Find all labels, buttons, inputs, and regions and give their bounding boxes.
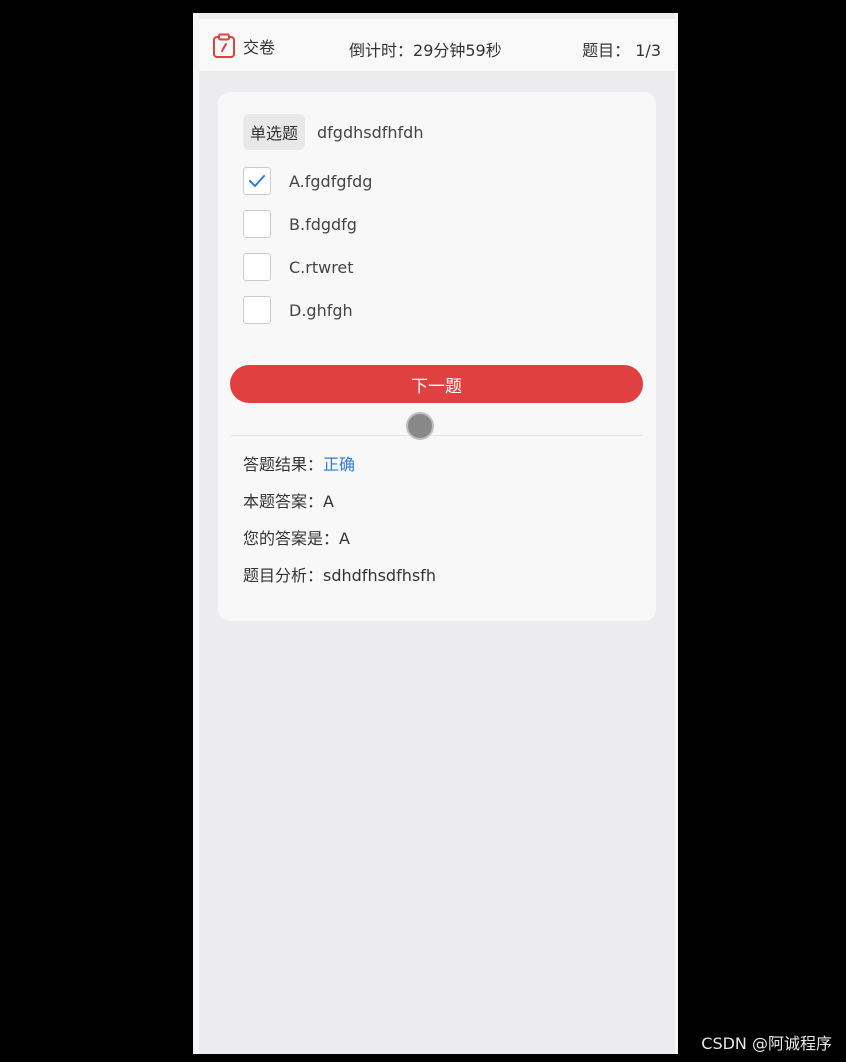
option-d-checkbox[interactable] bbox=[243, 296, 271, 324]
submit-exam-button[interactable]: 交卷 bbox=[211, 33, 275, 59]
option-b-checkbox[interactable] bbox=[243, 210, 271, 238]
countdown-timer: 倒计时：29分钟59秒 bbox=[349, 37, 502, 61]
checkmark-icon bbox=[249, 175, 265, 187]
correct-answer-label: 本题答案： bbox=[243, 492, 324, 511]
question-counter-value: 1/3 bbox=[635, 41, 661, 60]
drag-handle[interactable] bbox=[406, 412, 434, 440]
exam-header: 交卷 倒计时：29分钟59秒 题目： 1/3 bbox=[199, 19, 675, 71]
question-stem: dfgdhsdfhfdh bbox=[317, 122, 424, 142]
question-analysis-label: 题目分析： bbox=[243, 566, 324, 585]
phone-screen: 交卷 倒计时：29分钟59秒 题目： 1/3 单选题 dfgdhsdfhfdh … bbox=[193, 13, 678, 1054]
option-c[interactable]: C.rtwret bbox=[243, 253, 354, 281]
question-type-tag: 单选题 bbox=[243, 114, 306, 150]
question-counter-label: 题目： bbox=[582, 41, 631, 60]
option-b-label: B.fdgdfg bbox=[289, 214, 357, 234]
clipboard-icon bbox=[211, 33, 237, 59]
answer-result-label: 答题结果： bbox=[243, 455, 324, 474]
option-b[interactable]: B.fdgdfg bbox=[243, 210, 357, 238]
option-a-label: A.fgdfgfdg bbox=[289, 171, 373, 191]
question-analysis-value: sdhdfhsdfhsfh bbox=[323, 566, 436, 585]
your-answer-label: 您的答案是： bbox=[243, 529, 340, 548]
option-c-checkbox[interactable] bbox=[243, 253, 271, 281]
countdown-value: 29分钟59秒 bbox=[413, 41, 502, 60]
countdown-label: 倒计时： bbox=[349, 41, 414, 60]
next-question-button[interactable]: 下一题 bbox=[230, 365, 643, 403]
question-header: 单选题 dfgdhsdfhfdh bbox=[243, 114, 423, 150]
correct-answer-value: A bbox=[323, 492, 334, 511]
answer-result-value: 正确 bbox=[323, 455, 356, 474]
option-a-checkbox[interactable] bbox=[243, 167, 271, 195]
divider bbox=[231, 435, 643, 436]
option-a[interactable]: A.fgdfgfdg bbox=[243, 167, 372, 195]
watermark: CSDN @阿诚程序 bbox=[701, 1034, 832, 1053]
submit-exam-label: 交卷 bbox=[243, 38, 276, 57]
question-counter: 题目： 1/3 bbox=[582, 37, 661, 61]
your-answer-value: A bbox=[339, 529, 350, 548]
question-analysis: 题目分析：sdhdfhsdfhsfh bbox=[243, 562, 436, 586]
option-d-label: D.ghfgh bbox=[289, 300, 353, 320]
option-c-label: C.rtwret bbox=[289, 257, 354, 277]
correct-answer: 本题答案：A bbox=[243, 488, 334, 512]
answer-result: 答题结果：正确 bbox=[243, 451, 355, 475]
option-d[interactable]: D.ghfgh bbox=[243, 296, 353, 324]
question-card: 单选题 dfgdhsdfhfdh A.fgdfgfdg B.fdgdfg C.r… bbox=[218, 92, 656, 621]
your-answer: 您的答案是：A bbox=[243, 525, 350, 549]
